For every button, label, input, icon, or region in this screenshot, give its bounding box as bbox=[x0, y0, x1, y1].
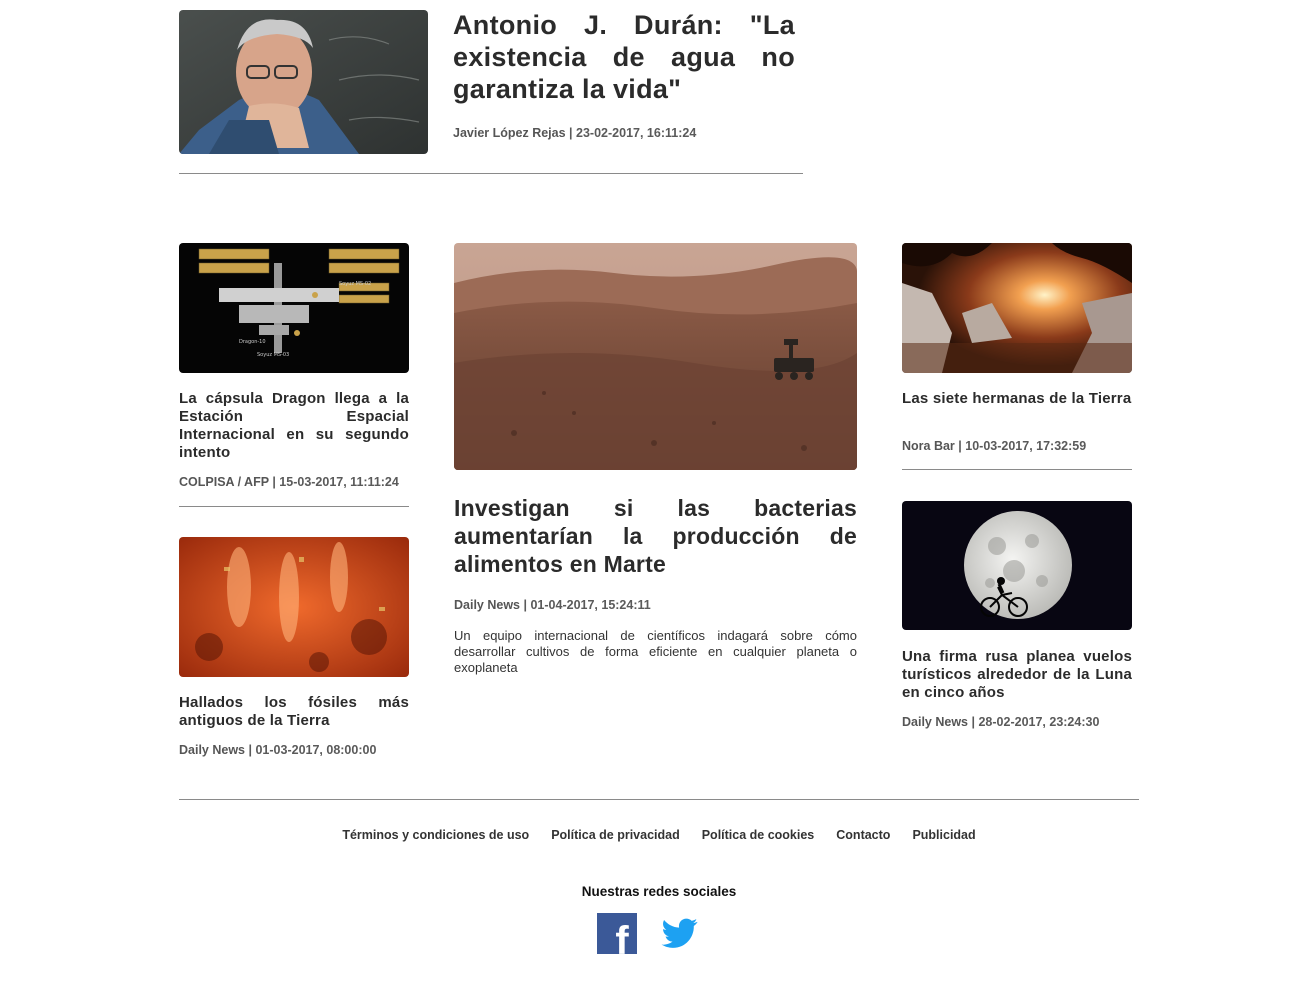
mars-source[interactable]: Daily News bbox=[454, 598, 520, 612]
footer-link-advertising[interactable]: Publicidad bbox=[912, 828, 975, 842]
sisters-date: 10-03-2017, 17:32:59 bbox=[965, 439, 1087, 453]
mars-date: 01-04-2017, 15:24:11 bbox=[530, 598, 651, 612]
facebook-letter: f bbox=[615, 919, 629, 954]
byline-separator: | bbox=[569, 126, 577, 140]
sisters-source[interactable]: Nora Bar bbox=[902, 439, 955, 453]
fossils-source[interactable]: Daily News bbox=[179, 743, 245, 757]
social-title: Nuestras redes sociales bbox=[581, 884, 737, 899]
dragon-date: 15-03-2017, 11:11:24 bbox=[279, 475, 399, 489]
fossils-date: 01-03-2017, 08:00:00 bbox=[255, 743, 377, 757]
moon-date: 28-02-2017, 23:24:30 bbox=[978, 715, 1100, 729]
sisters-title[interactable]: Las siete hermanas de la Tierra bbox=[902, 390, 1132, 408]
dragon-image[interactable]: Dragon-10 Soyuz MS-03 Soyuz MS-02 bbox=[179, 243, 409, 373]
mars-byline: Daily News | 01-04-2017, 15:24:11 bbox=[454, 598, 651, 612]
dragon-divider bbox=[179, 506, 409, 507]
iss-label-soyuz-ms03: Soyuz MS-03 bbox=[257, 352, 289, 358]
footer-link-cookies[interactable]: Política de cookies bbox=[702, 828, 815, 842]
featured-author[interactable]: Javier López Rejas bbox=[453, 126, 566, 140]
featured-divider bbox=[179, 173, 803, 174]
moon-image[interactable] bbox=[902, 501, 1132, 630]
footer-link-privacy[interactable]: Política de privacidad bbox=[551, 828, 680, 842]
twitter-link[interactable] bbox=[661, 915, 699, 951]
footer-link-contact[interactable]: Contacto bbox=[836, 828, 890, 842]
mars-summary: Un equipo internacional de científicos i… bbox=[454, 628, 857, 675]
footer-link-terms[interactable]: Términos y condiciones de uso bbox=[342, 828, 529, 842]
iss-label-dragon: Dragon-10 bbox=[239, 339, 266, 345]
sisters-byline: Nora Bar | 10-03-2017, 17:32:59 bbox=[902, 439, 1086, 453]
dragon-title[interactable]: La cápsula Dragon llega a la Estación Es… bbox=[179, 390, 409, 462]
fossils-title[interactable]: Hallados los fósiles más antiguos de la … bbox=[179, 694, 409, 730]
moon-byline: Daily News | 28-02-2017, 23:24:30 bbox=[902, 715, 1099, 729]
iss-label-soyuz-ms02: Soyuz MS-02 bbox=[339, 281, 371, 287]
sisters-image[interactable] bbox=[902, 243, 1132, 373]
fossils-image[interactable] bbox=[179, 537, 409, 677]
featured-image[interactable] bbox=[179, 10, 428, 154]
dragon-byline: COLPISA / AFP | 15-03-2017, 11:11:24 bbox=[179, 475, 399, 489]
moon-source[interactable]: Daily News bbox=[902, 715, 968, 729]
featured-title[interactable]: Antonio J. Durán: "La existencia de agua… bbox=[453, 9, 795, 105]
mars-image[interactable] bbox=[454, 243, 857, 470]
dragon-source[interactable]: COLPISA / AFP bbox=[179, 475, 269, 489]
sisters-divider bbox=[902, 469, 1132, 470]
facebook-link[interactable]: f bbox=[597, 913, 637, 963]
footer-links: Términos y condiciones de uso Política d… bbox=[179, 828, 1139, 842]
featured-date: 23-02-2017, 16:11:24 bbox=[576, 126, 697, 140]
featured-byline: Javier López Rejas | 23-02-2017, 16:11:2… bbox=[453, 126, 696, 140]
facebook-icon: f bbox=[597, 913, 637, 963]
twitter-icon bbox=[661, 918, 698, 948]
footer-divider bbox=[179, 799, 1139, 800]
moon-title[interactable]: Una firma rusa planea vuelos turísticos … bbox=[902, 648, 1132, 702]
fossils-byline: Daily News | 01-03-2017, 08:00:00 bbox=[179, 743, 376, 757]
mars-title[interactable]: Investigan si las bacterias aumentarían … bbox=[454, 494, 857, 578]
